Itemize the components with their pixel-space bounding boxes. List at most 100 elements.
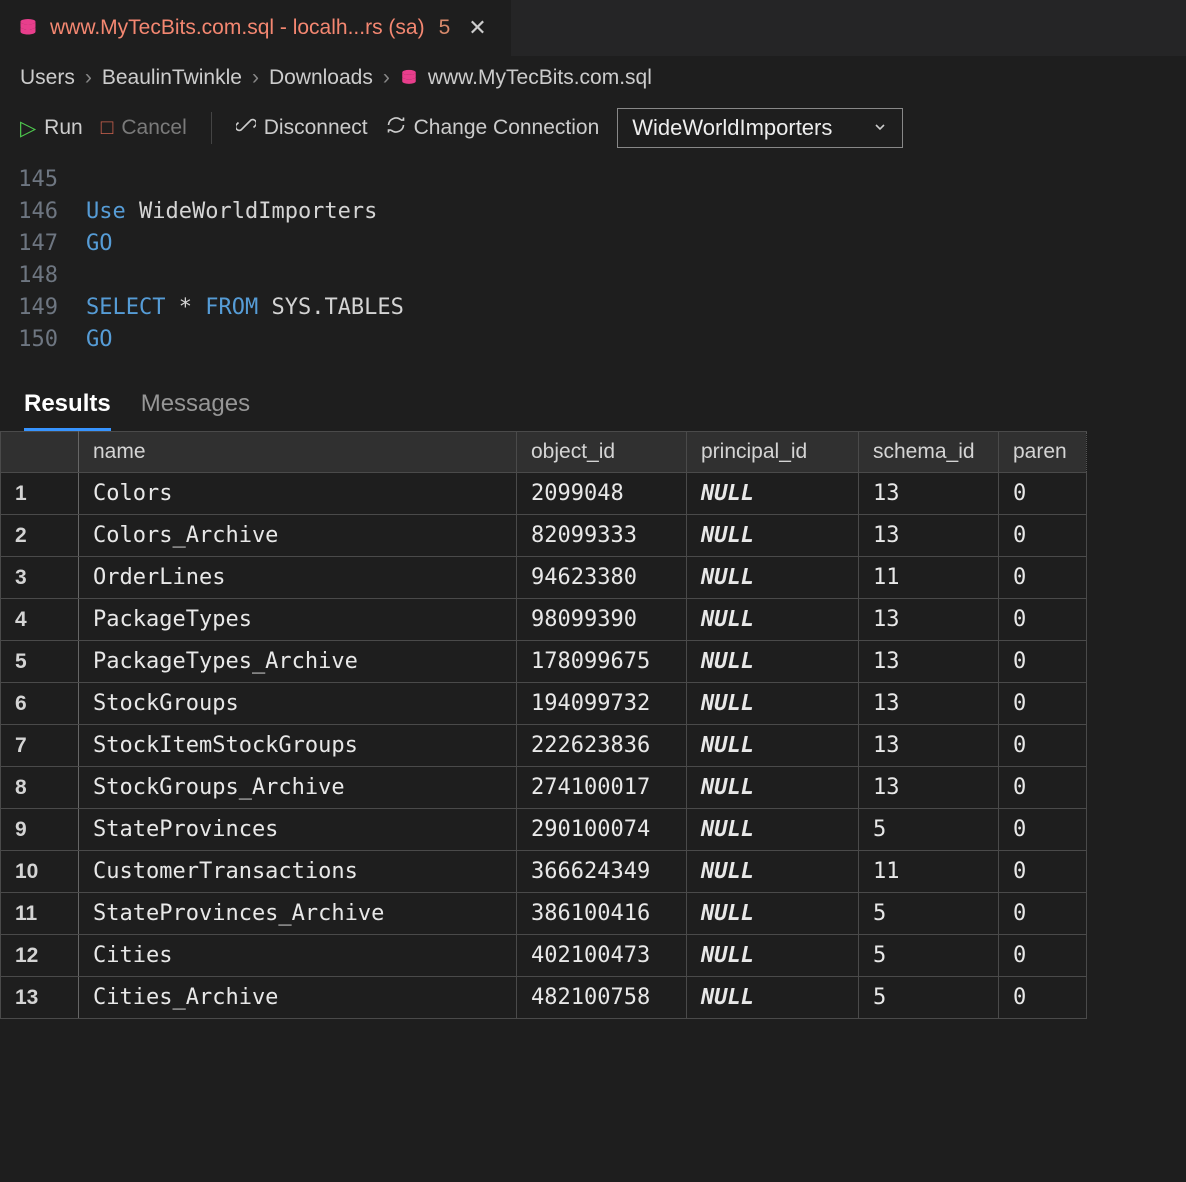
cell[interactable]: NULL — [687, 893, 859, 935]
cell[interactable]: PackageTypes_Archive — [79, 641, 517, 683]
cell[interactable]: 2099048 — [517, 473, 687, 515]
table-row[interactable]: 4PackageTypes98099390NULL130 — [1, 599, 1087, 641]
table-row[interactable]: 2Colors_Archive82099333NULL130 — [1, 515, 1087, 557]
results-grid[interactable]: name object_id principal_id schema_id pa… — [0, 431, 1186, 1019]
cell[interactable]: StockGroups — [79, 683, 517, 725]
table-row[interactable]: 9StateProvinces290100074NULL50 — [1, 809, 1087, 851]
cell[interactable]: 13 — [859, 683, 999, 725]
cell[interactable]: StateProvinces — [79, 809, 517, 851]
cell[interactable]: StateProvinces_Archive — [79, 893, 517, 935]
sql-editor[interactable]: 145146Use WideWorldImporters147GO148149S… — [0, 160, 1186, 376]
table-row[interactable]: 10CustomerTransactions366624349NULL110 — [1, 851, 1087, 893]
tab-results[interactable]: Results — [24, 390, 111, 431]
column-header[interactable]: object_id — [517, 432, 687, 473]
code-line[interactable]: GO — [86, 228, 113, 260]
cell[interactable]: 13 — [859, 515, 999, 557]
cell[interactable]: NULL — [687, 851, 859, 893]
cell[interactable]: 402100473 — [517, 935, 687, 977]
cell[interactable]: NULL — [687, 977, 859, 1019]
breadcrumb-item[interactable]: www.MyTecBits.com.sql — [428, 66, 652, 90]
cell[interactable]: 386100416 — [517, 893, 687, 935]
cell[interactable]: 0 — [999, 599, 1087, 641]
cell[interactable]: NULL — [687, 473, 859, 515]
cell[interactable]: 482100758 — [517, 977, 687, 1019]
disconnect-button[interactable]: Disconnect — [236, 115, 368, 141]
cell[interactable]: 13 — [859, 641, 999, 683]
column-header[interactable]: paren — [999, 432, 1087, 473]
cell[interactable]: 0 — [999, 893, 1087, 935]
cell[interactable]: Colors — [79, 473, 517, 515]
cell[interactable]: Cities_Archive — [79, 977, 517, 1019]
cell[interactable]: StockItemStockGroups — [79, 725, 517, 767]
table-row[interactable]: 3OrderLines94623380NULL110 — [1, 557, 1087, 599]
cell[interactable]: 11 — [859, 557, 999, 599]
cell[interactable]: 0 — [999, 809, 1087, 851]
cell[interactable]: 0 — [999, 725, 1087, 767]
close-icon[interactable]: ✕ — [462, 13, 492, 43]
change-connection-button[interactable]: Change Connection — [386, 115, 600, 141]
breadcrumb-item[interactable]: Users — [20, 66, 75, 90]
table-row[interactable]: 11StateProvinces_Archive386100416NULL50 — [1, 893, 1087, 935]
cell[interactable]: 366624349 — [517, 851, 687, 893]
cell[interactable]: 0 — [999, 641, 1087, 683]
cell[interactable]: 13 — [859, 599, 999, 641]
table-row[interactable]: 1Colors2099048NULL130 — [1, 473, 1087, 515]
cell[interactable]: StockGroups_Archive — [79, 767, 517, 809]
cell[interactable]: 0 — [999, 935, 1087, 977]
tab-messages[interactable]: Messages — [141, 390, 250, 431]
cancel-button[interactable]: □ Cancel — [101, 116, 187, 140]
cell[interactable]: NULL — [687, 809, 859, 851]
cell[interactable]: 274100017 — [517, 767, 687, 809]
cell[interactable]: OrderLines — [79, 557, 517, 599]
cell[interactable]: NULL — [687, 515, 859, 557]
cell[interactable]: CustomerTransactions — [79, 851, 517, 893]
cell[interactable]: 0 — [999, 683, 1087, 725]
editor-tab[interactable]: www.MyTecBits.com.sql - localh...rs (sa)… — [0, 0, 511, 56]
cell[interactable]: 94623380 — [517, 557, 687, 599]
cell[interactable]: NULL — [687, 767, 859, 809]
cell[interactable]: PackageTypes — [79, 599, 517, 641]
cell[interactable]: 5 — [859, 893, 999, 935]
cell[interactable]: 5 — [859, 977, 999, 1019]
cell[interactable]: 0 — [999, 515, 1087, 557]
database-selector[interactable]: WideWorldImporters — [617, 108, 903, 148]
cell[interactable]: 0 — [999, 767, 1087, 809]
code-line[interactable]: GO — [86, 324, 113, 356]
cell[interactable]: 82099333 — [517, 515, 687, 557]
cell[interactable]: 0 — [999, 977, 1087, 1019]
cell[interactable]: Colors_Archive — [79, 515, 517, 557]
table-row[interactable]: 7StockItemStockGroups222623836NULL130 — [1, 725, 1087, 767]
column-header[interactable]: name — [79, 432, 517, 473]
cell[interactable]: NULL — [687, 683, 859, 725]
cell[interactable]: 0 — [999, 473, 1087, 515]
breadcrumb-item[interactable]: Downloads — [269, 66, 373, 90]
code-line[interactable]: Use WideWorldImporters — [86, 196, 377, 228]
cell[interactable]: 0 — [999, 557, 1087, 599]
table-row[interactable]: 12Cities402100473NULL50 — [1, 935, 1087, 977]
column-header[interactable]: principal_id — [687, 432, 859, 473]
breadcrumb-item[interactable]: BeaulinTwinkle — [102, 66, 242, 90]
cell[interactable]: 0 — [999, 851, 1087, 893]
table-row[interactable]: 13Cities_Archive482100758NULL50 — [1, 977, 1087, 1019]
cell[interactable]: 222623836 — [517, 725, 687, 767]
cell[interactable]: Cities — [79, 935, 517, 977]
cell[interactable]: 290100074 — [517, 809, 687, 851]
table-row[interactable]: 5PackageTypes_Archive178099675NULL130 — [1, 641, 1087, 683]
table-row[interactable]: 6StockGroups194099732NULL130 — [1, 683, 1087, 725]
cell[interactable]: 13 — [859, 767, 999, 809]
cell[interactable]: NULL — [687, 935, 859, 977]
cell[interactable]: 178099675 — [517, 641, 687, 683]
cell[interactable]: 5 — [859, 935, 999, 977]
run-button[interactable]: ▷ Run — [20, 116, 83, 141]
cell[interactable]: 98099390 — [517, 599, 687, 641]
cell[interactable]: 11 — [859, 851, 999, 893]
cell[interactable]: 194099732 — [517, 683, 687, 725]
cell[interactable]: NULL — [687, 557, 859, 599]
table-row[interactable]: 8StockGroups_Archive274100017NULL130 — [1, 767, 1087, 809]
code-line[interactable]: SELECT * FROM SYS.TABLES — [86, 292, 404, 324]
cell[interactable]: NULL — [687, 641, 859, 683]
cell[interactable]: 5 — [859, 809, 999, 851]
cell[interactable]: 13 — [859, 725, 999, 767]
cell[interactable]: 13 — [859, 473, 999, 515]
cell[interactable]: NULL — [687, 725, 859, 767]
